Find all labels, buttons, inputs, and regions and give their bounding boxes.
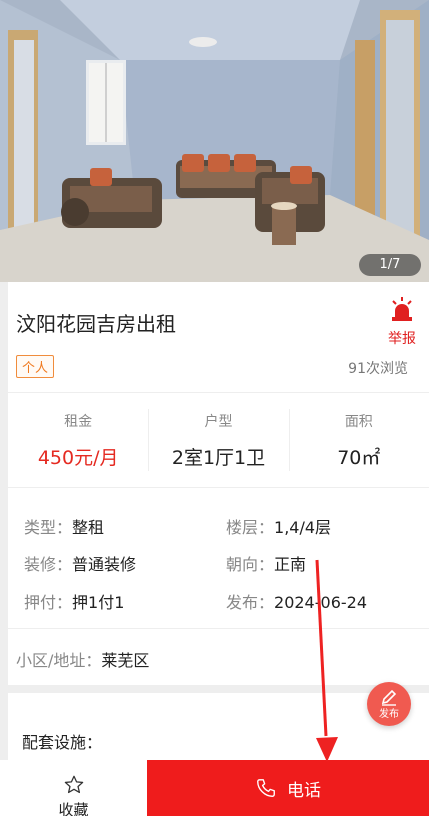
stat-value: 450元/月	[37, 447, 119, 469]
detail-value: 普通装修	[72, 555, 137, 574]
report-label: 举报	[388, 331, 416, 347]
stat-area: 面积 70㎡	[288, 393, 429, 487]
star-icon	[64, 775, 83, 794]
detail-label: 押付：	[24, 593, 73, 612]
detail-label: 发布：	[226, 593, 275, 612]
listing-photo[interactable]: 1/7	[0, 0, 429, 282]
detail-value: 正南	[274, 555, 307, 574]
phone-icon	[257, 779, 275, 797]
stat-label: 户型	[204, 414, 233, 430]
stat-layout: 户型 2室1厅1卫	[148, 393, 288, 487]
address-card: 小区/地址：莱芜区	[8, 629, 429, 685]
detail-label: 类型：	[24, 518, 73, 537]
detail-type: 类型：整租	[24, 514, 104, 538]
detail-label: 装修：	[24, 555, 73, 574]
details-card: 类型：整租 楼层：1,4/4层 装修：普通装修 朝向：正南 押付：押1付1 发布…	[8, 488, 429, 628]
detail-orientation: 朝向：正南	[226, 551, 306, 575]
detail-value: 2024-06-24	[274, 593, 367, 612]
listing-header-card: 汶阳花园吉房出租 举报 个人 91次浏览	[8, 282, 429, 392]
detail-publish-date: 发布：2024-06-24	[226, 589, 367, 613]
address-row: 小区/地址：莱芜区	[16, 647, 149, 671]
key-stats: 租金 450元/月 户型 2室1厅1卫 面积 70㎡	[8, 393, 429, 487]
listing-title: 汶阳花园吉房出租	[16, 312, 176, 336]
alarm-icon	[392, 297, 412, 321]
publish-button[interactable]: 发布	[367, 682, 411, 726]
call-button[interactable]: 电话	[147, 760, 429, 816]
facilities-label: 配套设施：	[22, 733, 103, 752]
detail-decoration: 装修：普通装修	[24, 551, 136, 575]
report-button[interactable]: 举报	[387, 296, 417, 348]
publish-label: 发布	[379, 709, 399, 720]
detail-label: 楼层：	[226, 518, 275, 537]
call-label: 电话	[287, 780, 321, 801]
address-value: 莱芜区	[101, 651, 150, 670]
detail-floor: 楼层：1,4/4层	[226, 514, 331, 538]
stat-label: 租金	[64, 414, 93, 430]
stat-rent: 租金 450元/月	[8, 393, 148, 487]
room-photo-image	[0, 0, 429, 282]
stat-value: 70㎡	[337, 447, 381, 469]
detail-label: 朝向：	[226, 555, 275, 574]
detail-deposit: 押付：押1付1	[24, 589, 124, 613]
stat-label: 面积	[344, 414, 373, 430]
owner-type-tag: 个人	[16, 355, 55, 378]
favorite-label: 收藏	[58, 801, 89, 816]
view-count: 91次浏览	[348, 361, 408, 377]
photo-counter: 1/7	[359, 254, 421, 276]
address-label: 小区/地址：	[16, 651, 102, 670]
detail-value: 1,4/4层	[274, 518, 332, 537]
detail-value: 整租	[72, 518, 105, 537]
bottom-action-bar: 收藏 电话	[0, 760, 429, 816]
favorite-button[interactable]: 收藏	[0, 760, 147, 816]
detail-value: 押1付1	[72, 593, 125, 612]
stat-value: 2室1厅1卫	[171, 447, 266, 469]
pencil-icon	[381, 689, 397, 706]
